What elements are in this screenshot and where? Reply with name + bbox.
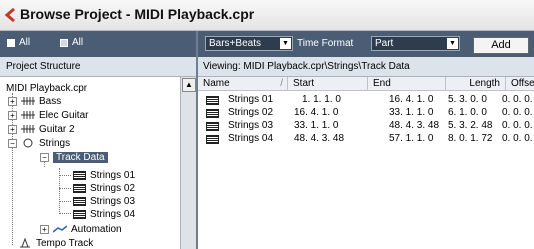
tree-item-bass[interactable]: + Bass <box>8 95 61 107</box>
scroll-up-icon[interactable]: ▲ <box>182 78 196 92</box>
chevron-down-icon: ▼ <box>447 38 458 49</box>
cubase-logo-icon <box>4 8 15 22</box>
tree-item-tempo-track[interactable]: Tempo Track <box>18 237 93 249</box>
expand-icon[interactable]: + <box>8 96 17 106</box>
tree-item-strings[interactable]: − Strings <box>8 137 70 149</box>
midi-part-icon <box>206 96 219 105</box>
plus-box-icon <box>7 38 15 47</box>
tree-item-project[interactable]: MIDI Playback.cpr <box>6 82 87 94</box>
midi-part-icon <box>73 196 86 206</box>
tree-item-part[interactable]: Strings 04 <box>73 208 135 220</box>
minus-box-icon <box>60 38 68 47</box>
column-header-name[interactable]: Name / <box>198 77 288 91</box>
midi-part-icon <box>73 209 86 219</box>
expand-icon[interactable]: + <box>8 124 17 134</box>
midi-track-icon <box>21 125 35 133</box>
viewing-path: Viewing: MIDI Playback.cpr\Strings\Track… <box>198 57 534 77</box>
tree-scrollbar[interactable]: ▲ <box>180 77 196 249</box>
midi-part-icon <box>206 109 219 118</box>
table-row[interactable]: Strings 04 48. 4. 3. 48 57. 1. 1. 0 8. 0… <box>198 133 534 146</box>
expand-icon[interactable]: + <box>8 110 17 120</box>
data-table: Name / Start End Length Offset Strings 0… <box>198 77 534 249</box>
midi-part-icon <box>206 135 219 144</box>
expand-all-button[interactable]: All <box>7 37 30 48</box>
tree-line <box>59 188 71 189</box>
collapse-icon[interactable]: − <box>8 138 17 148</box>
window-title: Browse Project - MIDI Playback.cpr <box>20 6 255 22</box>
midi-track-icon <box>21 111 35 119</box>
midi-part-icon <box>73 183 86 193</box>
project-tree: MIDI Playback.cpr + Bass + Elec Guitar +… <box>0 77 180 249</box>
column-header-length[interactable]: Length <box>446 77 506 91</box>
table-row[interactable]: Strings 02 16. 4. 1. 0 33. 1. 1. 0 6. 1.… <box>198 107 534 120</box>
tempo-icon <box>20 238 30 248</box>
instrument-track-icon <box>23 138 33 148</box>
midi-track-icon <box>21 97 35 105</box>
table-row[interactable]: Strings 01 1. 1. 1. 0 16. 4. 1. 0 5. 3. … <box>198 94 534 107</box>
column-header-start[interactable]: Start <box>288 77 368 91</box>
midi-part-icon <box>206 122 219 131</box>
tree-item-part[interactable]: Strings 01 <box>73 169 135 181</box>
column-header-end[interactable]: End <box>368 77 446 91</box>
collapse-all-button[interactable]: All <box>60 37 83 48</box>
table-row[interactable]: Strings 03 33. 1. 1. 0 48. 4. 3. 48 5. 3… <box>198 120 534 133</box>
tree-item-track-data[interactable]: − Track Data <box>40 151 108 163</box>
display-format-dropdown[interactable]: Bars+Beats ▼ <box>205 36 293 51</box>
tree-line <box>59 201 71 202</box>
filter-dropdown[interactable]: Part ▼ <box>371 36 460 51</box>
automation-icon <box>53 225 67 233</box>
tree-item-automation[interactable]: + Automation <box>40 223 122 235</box>
sort-icon: / <box>280 78 283 89</box>
tree-item-guitar-2[interactable]: + Guitar 2 <box>8 123 75 135</box>
tree-item-part[interactable]: Strings 03 <box>73 195 135 207</box>
tree-line <box>59 213 71 214</box>
expand-icon[interactable]: + <box>40 224 49 234</box>
tree-line <box>59 175 71 176</box>
chevron-down-icon: ▼ <box>280 38 291 49</box>
toolbar: All All Bars+Beats ▼ Time Format Part ▼ <box>0 31 534 57</box>
project-structure-header: Project Structure <box>0 57 196 77</box>
title-bar: Browse Project - MIDI Playback.cpr <box>0 0 534 31</box>
tree-item-part[interactable]: Strings 02 <box>73 182 135 194</box>
add-button[interactable]: Add <box>473 37 529 54</box>
collapse-icon[interactable]: − <box>40 152 49 162</box>
column-header-offset[interactable]: Offset <box>506 77 534 91</box>
midi-part-icon <box>73 170 86 180</box>
time-format-label: Time Format <box>297 38 354 49</box>
tree-item-elec-guitar[interactable]: + Elec Guitar <box>8 109 88 121</box>
